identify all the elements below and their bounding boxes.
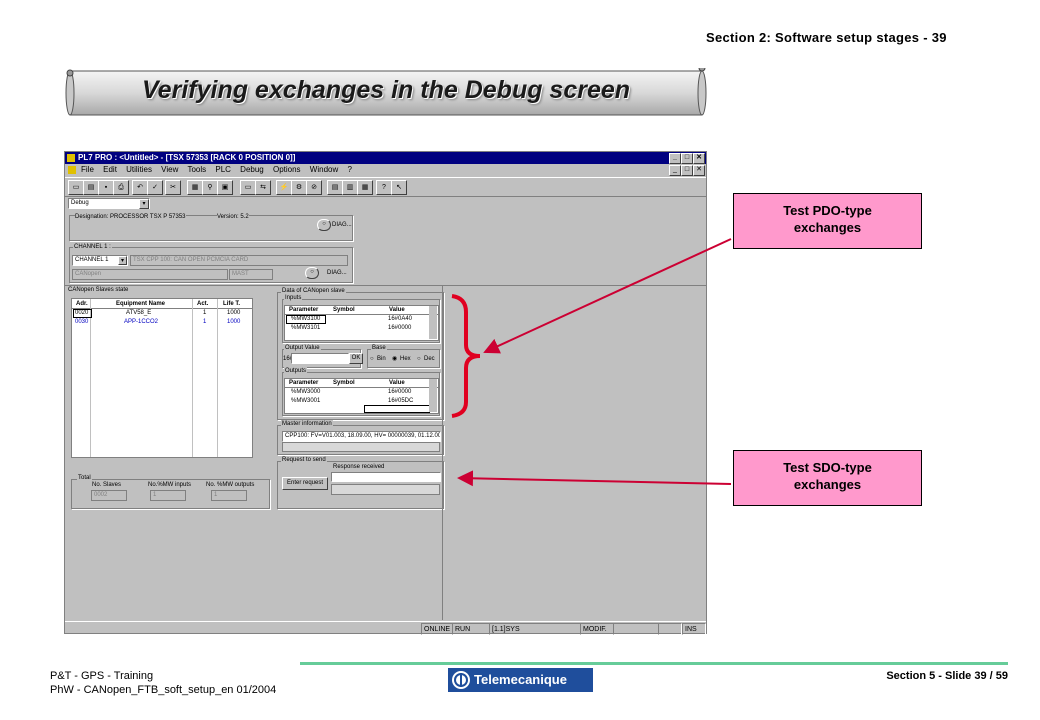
logo-emblem-icon	[452, 671, 470, 689]
footer-slide-number: Section 5 - Slide 39 / 59	[886, 670, 1008, 682]
telemecanique-logo: Telemecanique	[448, 668, 593, 692]
logo-text: Telemecanique	[474, 672, 567, 687]
footer-divider	[300, 662, 1008, 665]
footer-training: P&T - GPS - Training	[50, 670, 154, 682]
sdo-arrow	[457, 470, 732, 487]
pdo-brace	[451, 294, 481, 418]
footer-doc-ref: PhW - CANopen_FTB_soft_setup_en 01/2004	[50, 684, 277, 696]
pdo-arrow	[483, 238, 732, 354]
annotation-overlay	[451, 238, 732, 487]
